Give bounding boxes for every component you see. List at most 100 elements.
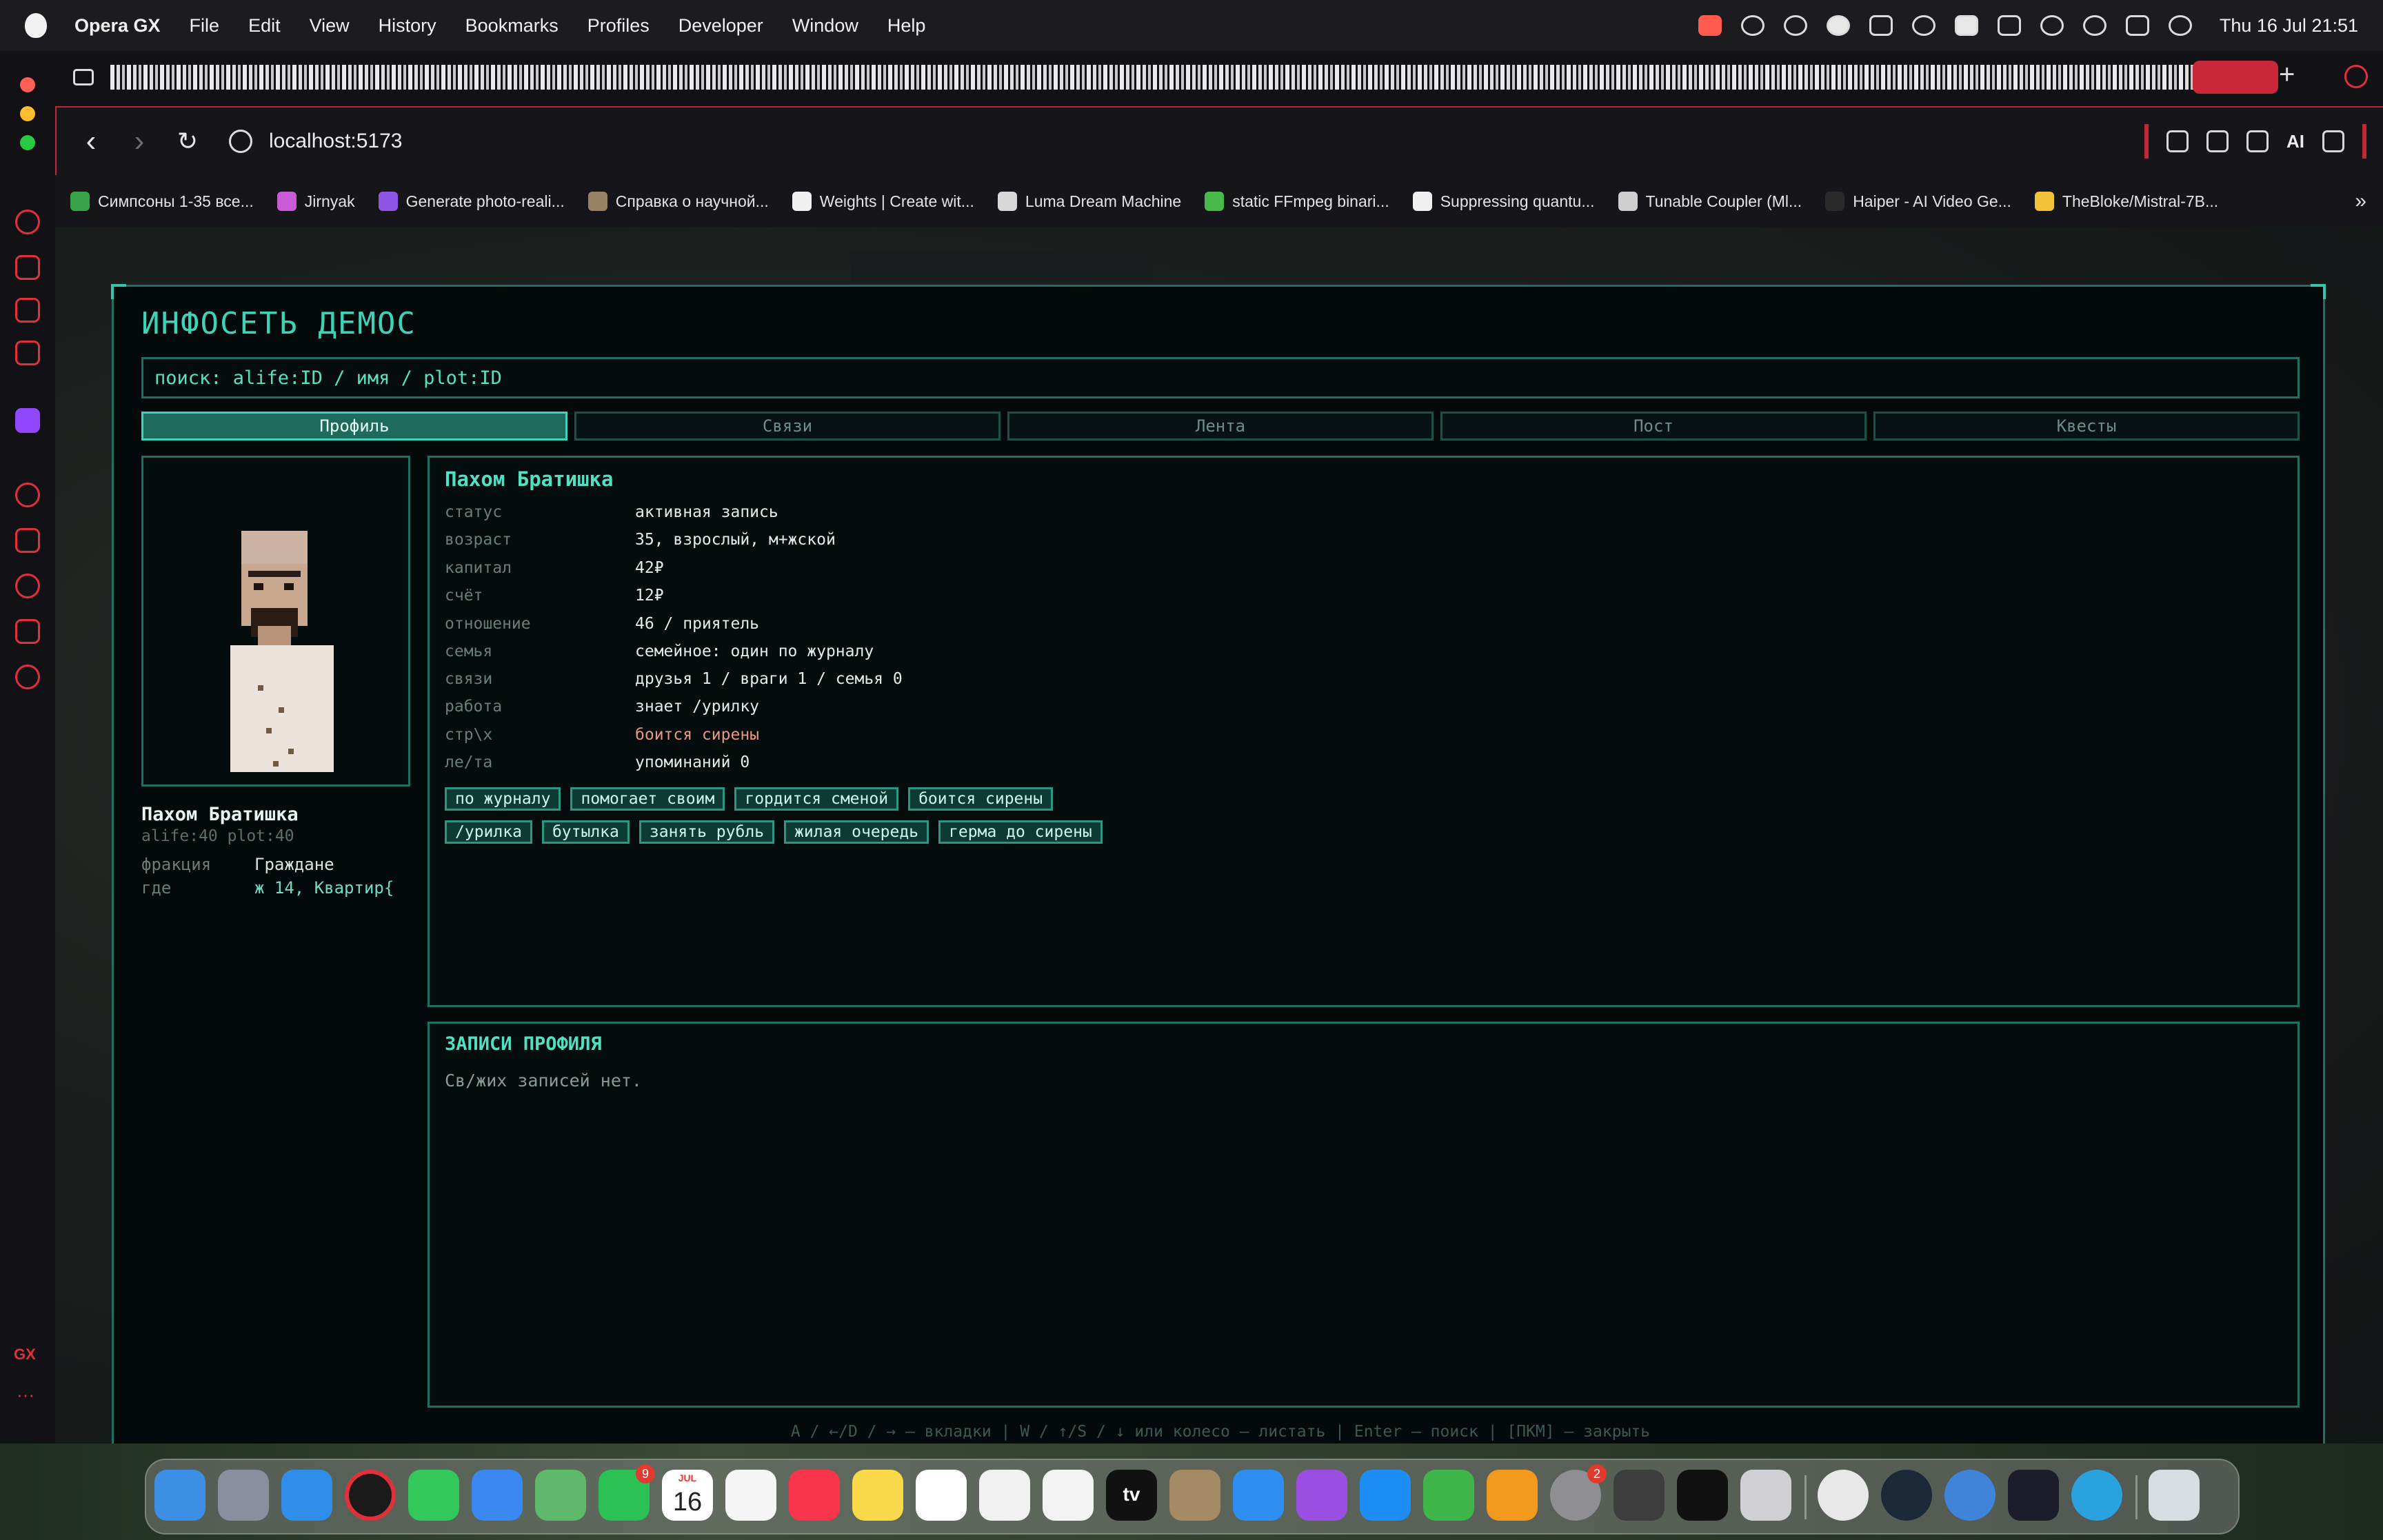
- tab-list[interactable]: [110, 65, 2248, 90]
- sidebar-more-icon[interactable]: ···: [17, 1384, 34, 1406]
- window-minimize-button[interactable]: [20, 106, 35, 121]
- steam-icon[interactable]: [1881, 1470, 1932, 1521]
- podcasts-icon[interactable]: [1296, 1470, 1347, 1521]
- bookmarks-overflow-icon[interactable]: »: [2355, 190, 2366, 213]
- launchpad-icon[interactable]: [218, 1470, 269, 1521]
- bookmark-item[interactable]: TheBloke/Mistral-7B...: [2034, 192, 2218, 211]
- menubar-clock[interactable]: Thu 16 Jul 21:51: [2220, 15, 2358, 37]
- tag-chip[interactable]: жилая очередь: [784, 820, 929, 844]
- bookmark-item[interactable]: Jirnyak: [276, 192, 355, 211]
- aria-ai-button[interactable]: AI: [2286, 131, 2304, 152]
- menu-app-name[interactable]: Opera GX: [74, 15, 161, 37]
- control-center-icon[interactable]: [2125, 15, 2149, 36]
- messages-icon[interactable]: [408, 1470, 459, 1521]
- photos-icon[interactable]: [916, 1470, 967, 1521]
- chrome-icon[interactable]: [1818, 1470, 1869, 1521]
- tab-profile[interactable]: Профиль: [141, 412, 567, 440]
- arc-app-icon[interactable]: [2008, 1470, 2059, 1521]
- gx-cleaner-icon[interactable]: [15, 255, 40, 280]
- news-icon[interactable]: [979, 1470, 1030, 1521]
- bookmark-item[interactable]: Luma Dream Machine: [997, 192, 1181, 211]
- finder-icon[interactable]: [154, 1470, 205, 1521]
- pages-icon[interactable]: [1487, 1470, 1538, 1521]
- moon-status-icon[interactable]: [1740, 15, 1764, 36]
- spotlight-search-icon[interactable]: [2082, 15, 2107, 36]
- layers-status-icon[interactable]: [1869, 15, 1893, 36]
- tag-chip[interactable]: герма до сирены: [938, 820, 1103, 844]
- keynote-icon[interactable]: [1233, 1470, 1284, 1521]
- tab-feed[interactable]: Лента: [1007, 412, 1434, 440]
- menu-developer[interactable]: Developer: [678, 15, 763, 37]
- tag-chip[interactable]: занять рубль: [639, 820, 775, 844]
- tag-chip[interactable]: боится сирены: [908, 787, 1054, 811]
- active-tab[interactable]: [2193, 61, 2278, 94]
- extensions-icon[interactable]: [15, 619, 40, 644]
- numbers-icon[interactable]: [1423, 1470, 1474, 1521]
- facetime-icon[interactable]: 9: [599, 1464, 655, 1521]
- history-icon[interactable]: [15, 574, 40, 598]
- url-field[interactable]: localhost:5173: [269, 130, 402, 153]
- tab-overview-icon[interactable]: [73, 69, 94, 85]
- bookmark-item[interactable]: Tunable Coupler (Ml...: [1618, 192, 1802, 211]
- siri-icon[interactable]: [2168, 15, 2192, 36]
- settings-gear-icon[interactable]: [15, 665, 40, 689]
- menu-bookmarks[interactable]: Bookmarks: [465, 15, 559, 37]
- tab-connections[interactable]: Связи: [574, 412, 1001, 440]
- bookmark-item[interactable]: Симпсоны 1-35 все...: [70, 192, 254, 211]
- tab-quests[interactable]: Квесты: [1873, 412, 2300, 440]
- safari-icon[interactable]: [281, 1470, 332, 1521]
- menu-help[interactable]: Help: [887, 15, 926, 37]
- gx-corner-icon[interactable]: [15, 298, 40, 323]
- tag-chip[interactable]: помогает своим: [570, 787, 725, 811]
- window-zoom-button[interactable]: [20, 135, 35, 150]
- trash-icon[interactable]: [2149, 1470, 2200, 1521]
- tag-chip[interactable]: /урилка: [445, 820, 532, 844]
- window-close-button[interactable]: [20, 77, 35, 92]
- reminders-icon[interactable]: [725, 1470, 776, 1521]
- terminal-icon[interactable]: [1677, 1470, 1728, 1521]
- menu-edit[interactable]: Edit: [248, 15, 281, 37]
- tab-post[interactable]: Пост: [1440, 412, 1867, 440]
- bookmark-item[interactable]: Weights | Create wit...: [792, 192, 974, 211]
- tab-search-icon[interactable]: [2344, 65, 2368, 88]
- sync-status-icon[interactable]: [1783, 15, 1807, 36]
- sublime-text-icon[interactable]: [1613, 1470, 1665, 1521]
- tag-chip[interactable]: гордится сменой: [734, 787, 899, 811]
- apple-tv-icon[interactable]: tv: [1106, 1470, 1157, 1521]
- site-info-icon[interactable]: [229, 130, 252, 153]
- mail-icon[interactable]: [472, 1470, 523, 1521]
- apple-menu-icon[interactable]: [25, 13, 47, 38]
- menu-view[interactable]: View: [310, 15, 350, 37]
- iphone-mirroring-icon[interactable]: [1740, 1470, 1791, 1521]
- menu-file[interactable]: File: [190, 15, 220, 37]
- menu-window[interactable]: Window: [792, 15, 858, 37]
- m-status-icon[interactable]: [1826, 15, 1850, 36]
- wifi-icon[interactable]: [2040, 15, 2064, 36]
- contacts-icon[interactable]: [1169, 1470, 1220, 1521]
- new-tab-icon[interactable]: +: [2279, 59, 2295, 90]
- telegram-icon[interactable]: [2071, 1470, 2122, 1521]
- network-utility-icon[interactable]: [1944, 1470, 1995, 1521]
- menu-history[interactable]: History: [379, 15, 436, 37]
- send-icon[interactable]: [15, 528, 40, 553]
- back-icon[interactable]: ‹: [77, 124, 105, 159]
- system-settings-icon[interactable]: 2: [1550, 1464, 1607, 1521]
- download-icon[interactable]: [2246, 130, 2269, 152]
- bookmark-item[interactable]: Suppressing quantu...: [1412, 192, 1595, 211]
- opera-gx-icon[interactable]: [345, 1470, 396, 1521]
- battery-icon[interactable]: [1997, 15, 2021, 36]
- gx-mail-icon[interactable]: [15, 341, 40, 365]
- freeform-icon[interactable]: [1043, 1470, 1094, 1521]
- search-input[interactable]: поиск: alife:ID / имя / plot:ID: [141, 357, 2300, 398]
- menu-profiles[interactable]: Profiles: [587, 15, 650, 37]
- extensions-toolbar-icon[interactable]: [2166, 130, 2189, 152]
- notes-icon[interactable]: [852, 1470, 903, 1521]
- bookmark-item[interactable]: static FFmpeg binari...: [1205, 192, 1389, 211]
- bookmark-item[interactable]: Haiper - AI Video Ge...: [1825, 192, 2011, 211]
- input-source-icon[interactable]: [1954, 15, 1978, 36]
- player-icon[interactable]: [15, 483, 40, 507]
- play-status-icon[interactable]: [1911, 15, 1935, 36]
- twitch-icon[interactable]: [15, 408, 40, 433]
- bookmark-item[interactable]: Generate photo-reali...: [378, 192, 565, 211]
- profile-records-card[interactable]: ЗАПИСИ ПРОФИЛЯ Св/жих записей нет.: [428, 1022, 2300, 1408]
